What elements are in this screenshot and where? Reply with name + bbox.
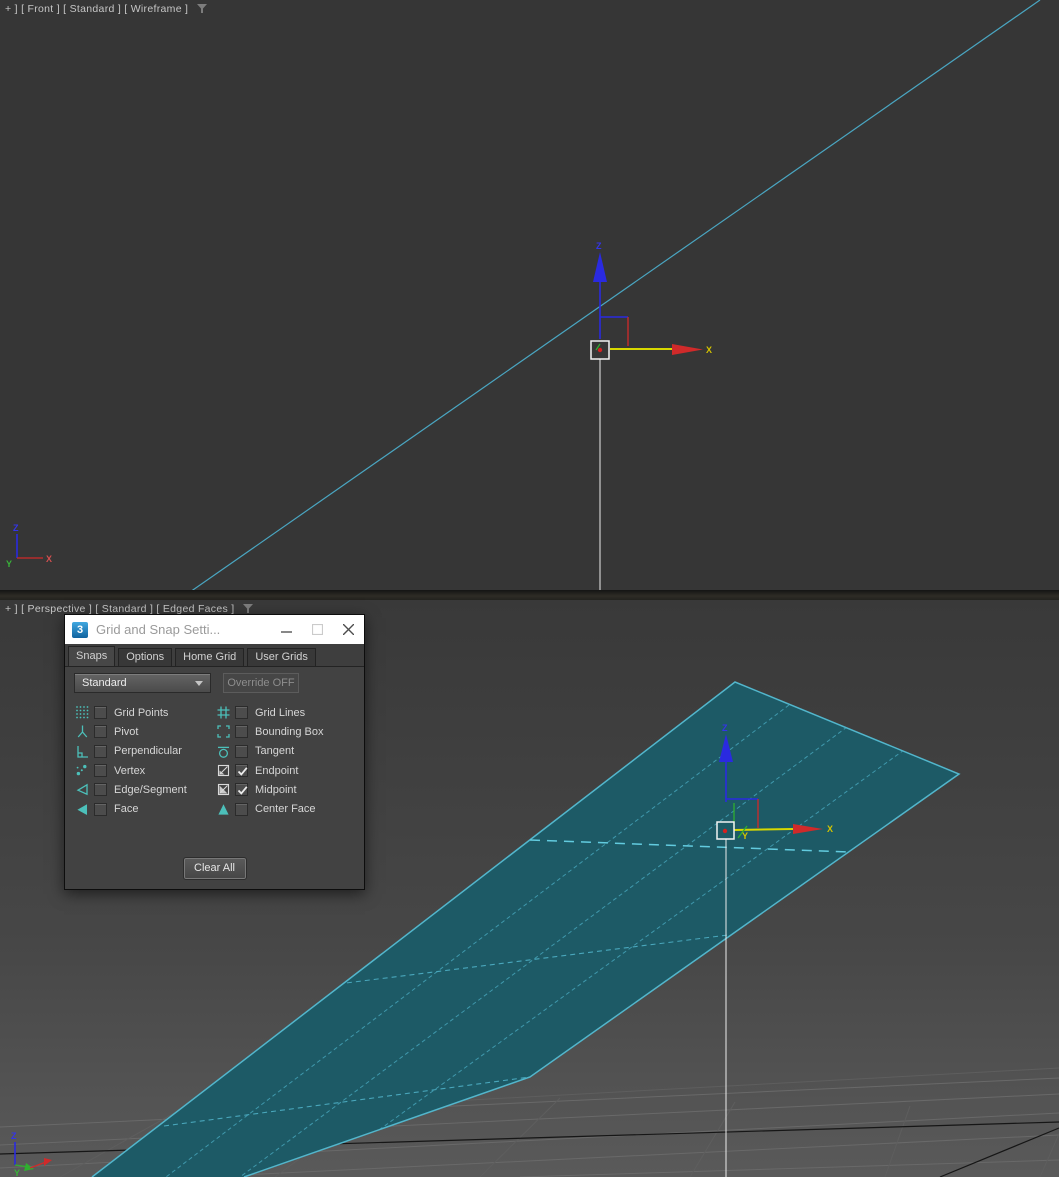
- pivot-point: [597, 347, 603, 353]
- x-axis-handle[interactable]: [733, 828, 794, 831]
- edge-segment-icon: [74, 782, 90, 797]
- world-axis-front: Z X Y: [6, 523, 52, 569]
- clear-all-button[interactable]: Clear All: [182, 856, 247, 880]
- z-axis-label: Z: [596, 241, 602, 251]
- snap-row-pivot: Pivot: [74, 722, 215, 741]
- snap-label-perpendicular: Perpendicular: [114, 745, 182, 758]
- snap-row-tangent: Tangent: [215, 742, 355, 761]
- snap-label-bounding-box: Bounding Box: [255, 725, 324, 738]
- face-checkbox[interactable]: [94, 802, 107, 816]
- dialog-titlebar[interactable]: 3 Grid and Snap Setti...: [65, 615, 364, 644]
- minimize-button[interactable]: [271, 615, 302, 644]
- grid-lines-checkbox[interactable]: [235, 706, 248, 720]
- center-face-icon: [215, 802, 231, 817]
- bounding-box-icon: [215, 724, 231, 739]
- grid-points-icon: [74, 705, 90, 720]
- front-viewport-label-text[interactable]: + ] [ Front ] [ Standard ] [ Wireframe ]: [5, 3, 188, 15]
- snap-preset-dropdown[interactable]: Standard: [74, 673, 211, 693]
- grid-points-checkbox[interactable]: [94, 706, 107, 720]
- snap-label-vertex: Vertex: [114, 764, 146, 777]
- snaps-tab-panel: Standard Override OFF Grid Points Pivot Pe…: [65, 667, 364, 891]
- snap-label-pivot: Pivot: [114, 725, 139, 738]
- viewport-splitter[interactable]: [0, 590, 1059, 600]
- snap-row-bounding-box: Bounding Box: [215, 722, 355, 741]
- snap-row-center-face: Center Face: [215, 799, 355, 818]
- front-viewport-label[interactable]: + ] [ Front ] [ Standard ] [ Wireframe ]: [5, 3, 208, 15]
- dialog-tab-bar: Snaps Options Home Grid User Grids: [65, 644, 364, 667]
- tab-snaps[interactable]: Snaps: [68, 646, 116, 666]
- z-axis-arrow[interactable]: [593, 252, 607, 282]
- grid-lines-icon: [215, 705, 231, 720]
- edge-segment-checkbox[interactable]: [94, 783, 107, 797]
- snap-label-tangent: Tangent: [255, 745, 295, 758]
- x-axis-arrow[interactable]: [672, 344, 703, 355]
- pivot-checkbox[interactable]: [94, 725, 107, 739]
- endpoint-checkbox[interactable]: [235, 764, 248, 778]
- snap-row-grid-points: Grid Points: [74, 703, 215, 722]
- snap-column-right: Grid Lines Bounding Box Tangent Endpoint Mid…: [215, 703, 355, 819]
- snap-row-endpoint: Endpoint: [215, 761, 355, 780]
- world-x-label: X: [46, 554, 52, 564]
- world-y-label: Y: [6, 559, 12, 569]
- snap-preset-value: Standard: [82, 677, 127, 689]
- snap-label-endpoint: Endpoint: [255, 764, 299, 777]
- tab-home-grid[interactable]: Home Grid: [175, 648, 245, 666]
- center-face-checkbox[interactable]: [235, 802, 248, 816]
- grid-y-axis-line: [939, 1127, 1059, 1177]
- pivot-icon: [74, 724, 90, 739]
- snap-column-left: Grid Points Pivot Perpendicular Vertex Edge/…: [74, 703, 215, 819]
- snap-label-center-face: Center Face: [255, 803, 316, 816]
- endpoint-icon: [215, 763, 231, 778]
- tangent-icon: [215, 744, 231, 759]
- z-axis-label: Z: [722, 723, 728, 733]
- tangent-checkbox[interactable]: [235, 744, 248, 758]
- world-x-arrow: [44, 1158, 52, 1166]
- snap-row-perpendicular: Perpendicular: [74, 742, 215, 761]
- tab-user-grids[interactable]: User Grids: [247, 648, 316, 666]
- snap-label-grid-points: Grid Points: [114, 706, 169, 719]
- wireframe-line: [191, 0, 1041, 590]
- bounding-box-checkbox[interactable]: [235, 725, 248, 739]
- snap-row-edge-segment: Edge/Segment: [74, 780, 215, 799]
- snap-label-edge-segment: Edge/Segment: [114, 783, 187, 796]
- application-window: Z X Z X Y + ] [ Front ] [ Standard ] [ W…: [0, 0, 1059, 1177]
- close-button[interactable]: [333, 615, 364, 644]
- face-icon: [74, 802, 90, 817]
- viewport-filter-icon[interactable]: [242, 604, 254, 614]
- override-button[interactable]: Override OFF: [223, 673, 299, 693]
- snap-row-vertex: Vertex: [74, 761, 215, 780]
- perpendicular-checkbox[interactable]: [94, 744, 107, 758]
- x-axis-label: X: [827, 824, 833, 834]
- viewport-filter-icon[interactable]: [196, 4, 208, 14]
- dropdown-caret-icon: [195, 680, 203, 686]
- snap-row-face: Face: [74, 799, 215, 818]
- pivot-point: [722, 828, 728, 834]
- snap-row-grid-lines: Grid Lines: [215, 703, 355, 722]
- perpendicular-icon: [74, 744, 90, 759]
- snap-label-face: Face: [114, 803, 139, 816]
- viewport-front[interactable]: Z X Z X Y + ] [ Front ] [ Standard ] [ W…: [0, 0, 1059, 590]
- world-z-label: Z: [13, 523, 19, 533]
- snap-row-midpoint: Midpoint: [215, 780, 355, 799]
- midpoint-checkbox[interactable]: [235, 783, 248, 797]
- world-y-label: Y: [14, 1168, 20, 1177]
- maximize-button[interactable]: [302, 615, 333, 644]
- tab-options[interactable]: Options: [118, 648, 173, 666]
- grid-snap-settings-dialog: 3 Grid and Snap Setti... Snaps Options Hom…: [64, 614, 365, 890]
- 3dsmax-logo-icon: 3: [72, 621, 88, 638]
- world-z-label: Z: [11, 1131, 17, 1141]
- vertex-checkbox[interactable]: [94, 764, 107, 778]
- x-axis-label: X: [706, 345, 712, 355]
- dialog-title: Grid and Snap Setti...: [96, 622, 221, 637]
- snap-label-midpoint: Midpoint: [255, 783, 297, 796]
- y-axis-label: Y: [742, 831, 748, 841]
- snap-label-grid-lines: Grid Lines: [255, 706, 306, 719]
- front-viewport-canvas: Z X Z X Y: [6, 0, 1041, 590]
- vertex-icon: [74, 763, 90, 778]
- midpoint-icon: [215, 782, 231, 797]
